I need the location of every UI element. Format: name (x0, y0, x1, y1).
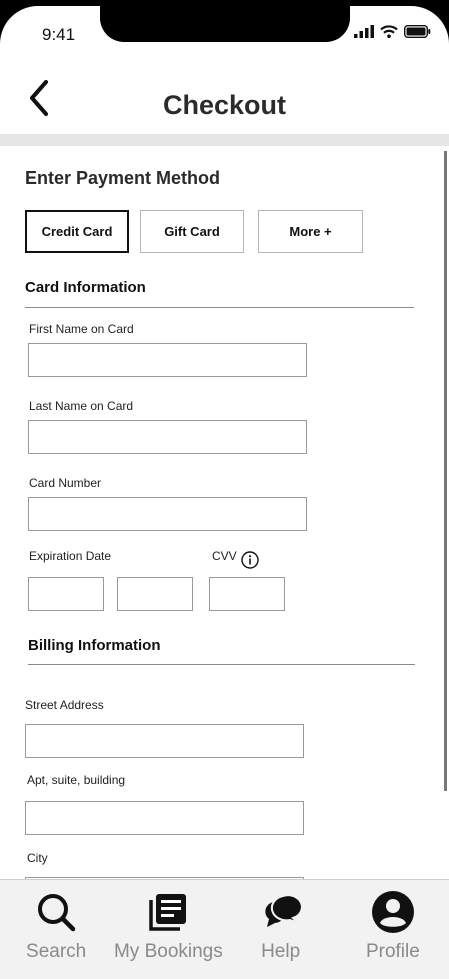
credit-card-button[interactable]: Credit Card (25, 210, 129, 253)
tab-my-bookings-label: My Bookings (113, 941, 223, 962)
cvv-field[interactable] (209, 577, 285, 611)
expiration-year-field[interactable] (117, 577, 193, 611)
info-icon[interactable] (241, 551, 259, 569)
billing-information-divider (28, 664, 415, 665)
apt-suite-field[interactable] (25, 801, 304, 835)
cvv-label: CVV (212, 549, 237, 563)
tab-help-label: Help (261, 941, 301, 962)
payment-method-heading: Enter Payment Method (25, 168, 221, 188)
page-title: Checkout (162, 90, 287, 120)
checkout-form: Enter Payment Method Credit Card Gift Ca… (0, 146, 449, 879)
more-payment-methods-button[interactable]: More + (258, 210, 363, 253)
profile-icon (371, 891, 414, 933)
card-number-label: Card Number (29, 476, 102, 490)
card-number-field[interactable] (28, 497, 307, 531)
device-notch (100, 6, 350, 42)
phone-screen: 9:41 Checkout Enter Payment Method Credi… (0, 6, 449, 979)
bookings-icon (149, 894, 187, 931)
tab-help[interactable]: Help (225, 880, 337, 979)
street-address-field[interactable] (25, 724, 304, 758)
last-name-field[interactable] (28, 420, 307, 454)
first-name-label: First Name on Card (29, 322, 134, 336)
tab-my-bookings[interactable]: My Bookings (112, 880, 224, 979)
expiration-date-label: Expiration Date (29, 549, 112, 563)
city-label: City (27, 851, 48, 865)
billing-information-heading: Billing Information (28, 637, 161, 654)
first-name-field[interactable] (28, 343, 307, 377)
status-icons (354, 25, 431, 38)
bottom-tab-bar: Search My Bookings Help Profile (0, 879, 449, 979)
apt-suite-label: Apt, suite, building (27, 773, 126, 787)
wifi-icon (380, 25, 398, 38)
card-information-heading: Card Information (25, 279, 146, 296)
status-time: 9:41 (42, 25, 76, 44)
signal-icon (354, 25, 374, 38)
tab-search-label: Search (26, 941, 87, 962)
gift-card-button[interactable]: Gift Card (140, 210, 244, 253)
tab-profile[interactable]: Profile (337, 880, 449, 979)
tab-search[interactable]: Search (0, 880, 112, 979)
expiration-month-field[interactable] (28, 577, 104, 611)
battery-icon (404, 25, 431, 38)
last-name-label: Last Name on Card (29, 399, 134, 413)
search-icon (38, 894, 76, 932)
header: Checkout (0, 66, 449, 134)
street-address-label: Street Address (25, 698, 104, 712)
tab-profile-label: Profile (365, 941, 420, 962)
header-divider (0, 134, 449, 146)
card-information-divider (25, 307, 414, 308)
chat-bubbles-icon (264, 894, 303, 927)
